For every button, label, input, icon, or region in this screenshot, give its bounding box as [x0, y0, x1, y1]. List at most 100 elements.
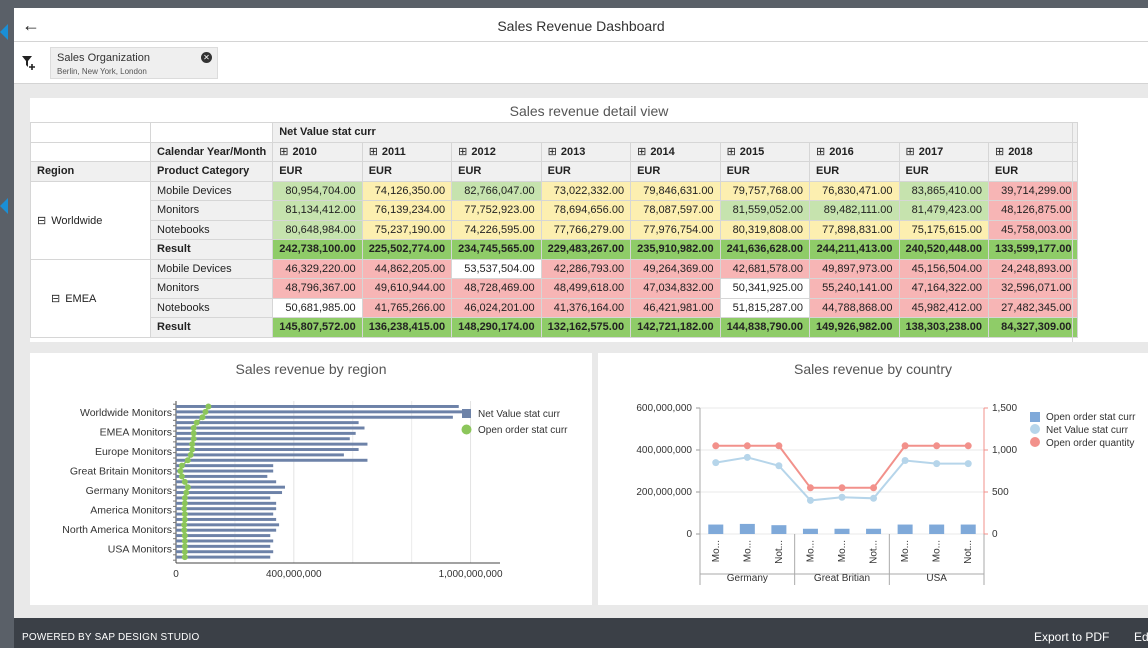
- value-cell: 77,752,923.00: [451, 200, 542, 221]
- filter-chip-label: Sales Organization: [57, 52, 150, 64]
- value-cell: 81,559,052.00: [719, 200, 811, 221]
- expand-box-icon[interactable]: ⊞: [995, 146, 1004, 158]
- value-cell: 45,982,412.00: [898, 297, 989, 318]
- value-cell: 79,846,631.00: [630, 180, 721, 201]
- year-header[interactable]: ⊞ 2015: [719, 141, 811, 162]
- measure-header: Net Value stat curr: [272, 122, 1079, 143]
- value-cell: 77,766,279.00: [540, 219, 632, 240]
- value-cell: 44,788,868.00: [809, 297, 900, 318]
- value-cell: 42,681,578.00: [719, 258, 811, 279]
- collapse-box-icon[interactable]: ⊟: [37, 215, 46, 227]
- result-cell: 235,910,982.00: [630, 239, 721, 260]
- filter-chip[interactable]: Sales Organization Berlin, New York, Lon…: [50, 47, 218, 79]
- year-header[interactable]: ⊞ 2011: [361, 141, 453, 162]
- year-header[interactable]: ⊞ 2012: [451, 141, 542, 162]
- value-cell: 80,319,808.00: [719, 219, 811, 240]
- expand-box-icon[interactable]: ⊞: [548, 146, 557, 158]
- region-chart-title: Sales revenue by region: [235, 361, 387, 377]
- net-value-bar: [176, 469, 274, 473]
- table-row: Notebooks 50,681,985.00 41,765,266.00 46,02…: [31, 297, 1079, 318]
- x-tick-label: 0: [173, 569, 179, 580]
- year-header[interactable]: ⊞ 2010: [272, 141, 363, 162]
- expand-box-icon[interactable]: ⊞: [369, 146, 378, 158]
- value-cell: 79,757,768.00: [719, 180, 811, 201]
- open-order-quantity-point: [712, 442, 720, 450]
- open-order-bar: [771, 525, 787, 534]
- open-order-quantity-point: [775, 442, 783, 450]
- open-order-point: [199, 414, 206, 421]
- expand-box-icon[interactable]: ⊞: [906, 146, 915, 158]
- region-cell[interactable]: ⊟ EMEA: [30, 258, 151, 338]
- region-cell[interactable]: ⊟ Worldwide: [30, 180, 151, 260]
- table-row: Monitors 81,134,412.00 76,139,234.00 77,752…: [31, 200, 1079, 221]
- net-value-bar: [176, 480, 277, 484]
- right-tick-label: 500: [992, 487, 1009, 498]
- value-cell: 46,421,981.00: [630, 297, 721, 318]
- value-cell: 41,376,164.00: [540, 297, 632, 318]
- category-cell: Notebooks: [149, 297, 274, 318]
- legend-label: Net Value stat curr: [1046, 425, 1129, 436]
- net-value-bar: [176, 512, 274, 516]
- edit-link[interactable]: Ed: [1134, 630, 1148, 644]
- left-tick-label: 600,000,000: [636, 403, 692, 414]
- expand-box-icon[interactable]: ⊞: [816, 146, 825, 158]
- row-label: Europe Monitors: [95, 446, 172, 458]
- expand-box-icon[interactable]: ⊞: [727, 146, 736, 158]
- export-pdf-link[interactable]: Export to PDF: [1034, 630, 1109, 644]
- year-header[interactable]: ⊞ 2016: [809, 141, 900, 162]
- value-cell: 46,329,220.00: [272, 258, 363, 279]
- value-cell: 81,134,412.00: [272, 200, 363, 221]
- open-order-point: [181, 527, 188, 534]
- open-order-bar: [708, 524, 724, 534]
- net-value-bar: [176, 539, 274, 543]
- value-cell: 89,482,111.00: [809, 200, 900, 221]
- result-cell: 148,290,174.00: [451, 317, 542, 338]
- net-value-bar: [176, 485, 285, 489]
- open-order-point: [181, 478, 188, 485]
- legend-label: Open order stat curr: [478, 425, 568, 436]
- legend-label: Net Value stat curr: [478, 409, 561, 420]
- right-tick-label: 1,000: [992, 445, 1017, 456]
- value-cell: 74,226,595.00: [451, 219, 542, 240]
- open-order-bar: [929, 524, 945, 534]
- year-header[interactable]: ⊞ 2013: [540, 141, 632, 162]
- value-cell: 48,796,367.00: [272, 278, 363, 299]
- currency-header: EUR: [451, 161, 542, 182]
- net-value-point: [838, 493, 846, 501]
- filter-chip-value: Berlin, New York, London: [57, 67, 147, 76]
- value-cell: 27,482,345.00: [987, 297, 1079, 318]
- filter-add-icon[interactable]: [22, 56, 36, 70]
- close-circle-icon[interactable]: ✕: [201, 52, 212, 63]
- expand-box-icon[interactable]: ⊞: [458, 146, 467, 158]
- category-label: Not...: [869, 540, 880, 564]
- x-tick-label: 400,000,000: [266, 569, 322, 580]
- net-value-point: [870, 494, 878, 502]
- right-tick-label: 0: [992, 529, 998, 540]
- net-value-bar: [176, 410, 471, 414]
- year-header[interactable]: ⊞ 2014: [630, 141, 721, 162]
- net-value-bar: [176, 464, 274, 468]
- category-cell: Monitors: [149, 278, 274, 299]
- value-cell: 44,862,205.00: [361, 258, 453, 279]
- powered-by-label: POWERED BY SAP DESIGN STUDIO: [22, 632, 200, 643]
- group-label: USA: [926, 573, 947, 584]
- result-label: Result: [149, 317, 274, 338]
- value-cell: 50,681,985.00: [272, 297, 363, 318]
- open-order-point: [184, 484, 191, 491]
- expand-box-icon[interactable]: ⊞: [637, 146, 646, 158]
- table-corner-cell: [149, 122, 274, 143]
- year-header[interactable]: ⊞ 2018: [987, 141, 1079, 162]
- region-chart-panel: Sales revenue by region 0 400,000,000 1,00…: [30, 353, 592, 605]
- category-label: Not...: [963, 540, 974, 564]
- year-header[interactable]: ⊞ 2017: [898, 141, 989, 162]
- net-value-bar: [176, 517, 277, 521]
- open-order-point: [187, 451, 194, 458]
- value-cell: 53,537,504.00: [451, 258, 542, 279]
- table-header-row: Calendar Year/Month ⊞ 2010 ⊞ 2011 ⊞ 2012 ⊞ 2013 ⊞…: [30, 141, 1079, 162]
- value-cell: 77,898,831.00: [809, 219, 900, 240]
- collapse-box-icon[interactable]: ⊟: [51, 293, 60, 305]
- category-cell: Monitors: [149, 200, 274, 221]
- expand-box-icon[interactable]: ⊞: [279, 146, 288, 158]
- table-row: Result 242,738,100.00 225,502,774.00 234,74…: [31, 239, 1079, 260]
- currency-header: EUR: [630, 161, 721, 182]
